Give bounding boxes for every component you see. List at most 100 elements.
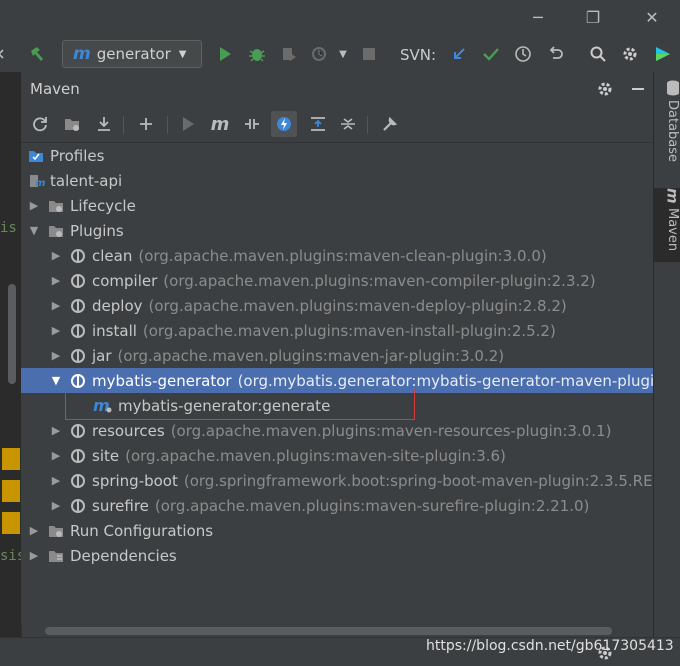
tab-maven[interactable]: m Maven bbox=[654, 188, 680, 262]
maven-projects-tree: Profiles m talent-api ▶ Lifecycle ▼ Plug… bbox=[21, 143, 653, 623]
plugin-coordinates: (org.apache.maven.plugins:maven-compiler… bbox=[163, 272, 595, 290]
plugin-coordinates: (org.apache.maven.plugins:maven-clean-pl… bbox=[138, 247, 546, 265]
editor-gutter-strip: is sis bbox=[0, 72, 22, 637]
run-icon[interactable] bbox=[212, 41, 238, 67]
more-dropdown-icon[interactable]: ▼ bbox=[330, 41, 356, 67]
chevron-right-icon[interactable]: ▶ bbox=[49, 274, 63, 287]
plugin-item[interactable]: ▶ site (org.apache.maven.plugins:maven-s… bbox=[21, 443, 680, 468]
chevron-right-icon[interactable]: ▶ bbox=[27, 549, 41, 562]
tab-label: Maven bbox=[665, 208, 680, 251]
title-bar: ─ ❐ ✕ bbox=[0, 0, 680, 36]
tree-item-run-configurations[interactable]: ▶ Run Configurations bbox=[21, 518, 659, 543]
svn-update-icon[interactable] bbox=[446, 41, 472, 67]
debug-icon[interactable] bbox=[244, 41, 270, 67]
chevron-right-icon[interactable]: ▶ bbox=[49, 424, 63, 437]
plugin-icon bbox=[69, 322, 87, 340]
plugin-icon bbox=[69, 272, 87, 290]
show-dependencies-icon[interactable] bbox=[305, 111, 331, 137]
watermark-text: https://blog.csdn.net/gb617305413 bbox=[426, 638, 674, 654]
history-icon[interactable] bbox=[510, 41, 536, 67]
add-icon[interactable] bbox=[133, 111, 159, 137]
maven-panel-header: Maven bbox=[21, 72, 653, 107]
minimize-button[interactable]: ─ bbox=[523, 6, 553, 30]
run-configuration-selector[interactable]: m generator ▼ bbox=[62, 40, 202, 68]
chevron-right-icon[interactable]: ▶ bbox=[49, 349, 63, 362]
plugin-item[interactable]: ▶ deploy (org.apache.maven.plugins:maven… bbox=[21, 293, 680, 318]
rollback-icon[interactable] bbox=[543, 41, 569, 67]
plugins-folder-icon bbox=[47, 222, 65, 240]
chevron-right-icon[interactable]: ▶ bbox=[27, 199, 41, 212]
panel-title: Maven bbox=[30, 80, 80, 98]
skip-tests-icon[interactable] bbox=[271, 111, 297, 137]
plugin-name: spring-boot bbox=[92, 472, 178, 490]
tab-database[interactable]: Database bbox=[654, 80, 680, 180]
svg-text:m: m bbox=[35, 178, 45, 189]
coverage-icon[interactable] bbox=[276, 41, 302, 67]
plugin-item[interactable]: ▶ install (org.apache.maven.plugins:mave… bbox=[21, 318, 680, 343]
maven-icon: m bbox=[73, 44, 91, 64]
generate-sources-icon[interactable] bbox=[59, 111, 85, 137]
execute-goal-icon[interactable]: m bbox=[207, 111, 233, 137]
plugin-icon bbox=[69, 297, 87, 315]
hide-panel-icon[interactable] bbox=[625, 76, 651, 102]
profile-icon[interactable] bbox=[306, 41, 332, 67]
plugin-name: surefire bbox=[92, 497, 149, 515]
chevron-right-icon[interactable]: ▶ bbox=[49, 299, 63, 312]
plugin-item[interactable]: ▶ surefire (org.apache.maven.plugins:mav… bbox=[21, 493, 680, 518]
plugin-name: jar bbox=[92, 347, 112, 365]
settings-gear-icon[interactable] bbox=[617, 41, 643, 67]
toolbox-icon[interactable] bbox=[650, 41, 676, 67]
chevron-right-icon[interactable]: ▶ bbox=[49, 499, 63, 512]
plugin-icon bbox=[69, 372, 87, 390]
tree-item-project[interactable]: m talent-api bbox=[21, 168, 659, 193]
plugin-item[interactable]: ▶ spring-boot (org.springframework.boot:… bbox=[21, 468, 680, 493]
plugin-icon bbox=[69, 472, 87, 490]
maven-project-icon: m bbox=[27, 172, 45, 190]
chevron-right-icon[interactable]: ▶ bbox=[49, 324, 63, 337]
plugin-name: mybatis-generator bbox=[92, 372, 232, 390]
tree-item-lifecycle[interactable]: ▶ Lifecycle bbox=[21, 193, 659, 218]
editor-scrollbar[interactable] bbox=[8, 284, 16, 384]
collapse-all-icon[interactable] bbox=[335, 111, 361, 137]
chevron-down-icon: ▼ bbox=[179, 49, 187, 60]
plugin-item[interactable]: ▶ compiler (org.apache.maven.plugins:mav… bbox=[21, 268, 680, 293]
plugin-item[interactable]: ▶ resources (org.apache.maven.plugins:ma… bbox=[21, 418, 680, 443]
tree-horizontal-scrollbar[interactable] bbox=[45, 627, 612, 635]
chevron-right-icon[interactable]: ▶ bbox=[49, 474, 63, 487]
chevron-right-icon[interactable]: ▶ bbox=[49, 249, 63, 262]
chevron-right-icon[interactable]: ▶ bbox=[27, 524, 41, 537]
chevron-right-icon[interactable]: ▶ bbox=[49, 449, 63, 462]
toolbar-divider bbox=[123, 116, 124, 134]
build-hammer-icon[interactable] bbox=[24, 41, 50, 67]
plugin-item[interactable]: ▶ jar (org.apache.maven.plugins:maven-ja… bbox=[21, 343, 680, 368]
toggle-offline-icon[interactable] bbox=[239, 111, 265, 137]
stop-icon[interactable] bbox=[356, 41, 382, 67]
reload-icon[interactable] bbox=[27, 111, 53, 137]
maven-settings-wrench-icon[interactable] bbox=[377, 111, 403, 137]
tree-item-label: talent-api bbox=[50, 172, 122, 190]
plugin-name: clean bbox=[92, 247, 132, 265]
warning-marker bbox=[2, 512, 20, 534]
close-button[interactable]: ✕ bbox=[637, 6, 667, 30]
svn-commit-icon[interactable] bbox=[478, 41, 504, 67]
tree-item-dependencies[interactable]: ▶ Dependencies bbox=[21, 543, 659, 568]
plugin-name: install bbox=[92, 322, 137, 340]
chevron-down-icon[interactable]: ▼ bbox=[49, 374, 63, 387]
svn-label: SVN: bbox=[400, 46, 436, 64]
plugin-icon bbox=[69, 247, 87, 265]
download-sources-icon[interactable] bbox=[91, 111, 117, 137]
chevron-down-icon[interactable]: ▼ bbox=[27, 224, 41, 237]
plugin-coordinates: (org.apache.maven.plugins:maven-surefire… bbox=[155, 497, 589, 515]
plugin-item[interactable]: ▶ clean (org.apache.maven.plugins:maven-… bbox=[21, 243, 680, 268]
restore-button[interactable]: ❐ bbox=[578, 6, 608, 30]
tree-item-plugins[interactable]: ▼ Plugins bbox=[21, 218, 659, 243]
plugin-coordinates: (org.apache.maven.plugins:maven-site-plu… bbox=[125, 447, 506, 465]
panel-settings-gear-icon[interactable] bbox=[592, 76, 618, 102]
search-icon[interactable] bbox=[585, 41, 611, 67]
warning-marker bbox=[2, 448, 20, 470]
chevron-left-icon[interactable] bbox=[0, 41, 14, 67]
tree-item-profiles[interactable]: Profiles bbox=[21, 143, 659, 168]
run-maven-build-icon[interactable] bbox=[175, 111, 201, 137]
plugin-coordinates: (org.mybatis.generator:mybatis-generator… bbox=[238, 372, 669, 390]
code-fragment: is bbox=[0, 220, 17, 236]
